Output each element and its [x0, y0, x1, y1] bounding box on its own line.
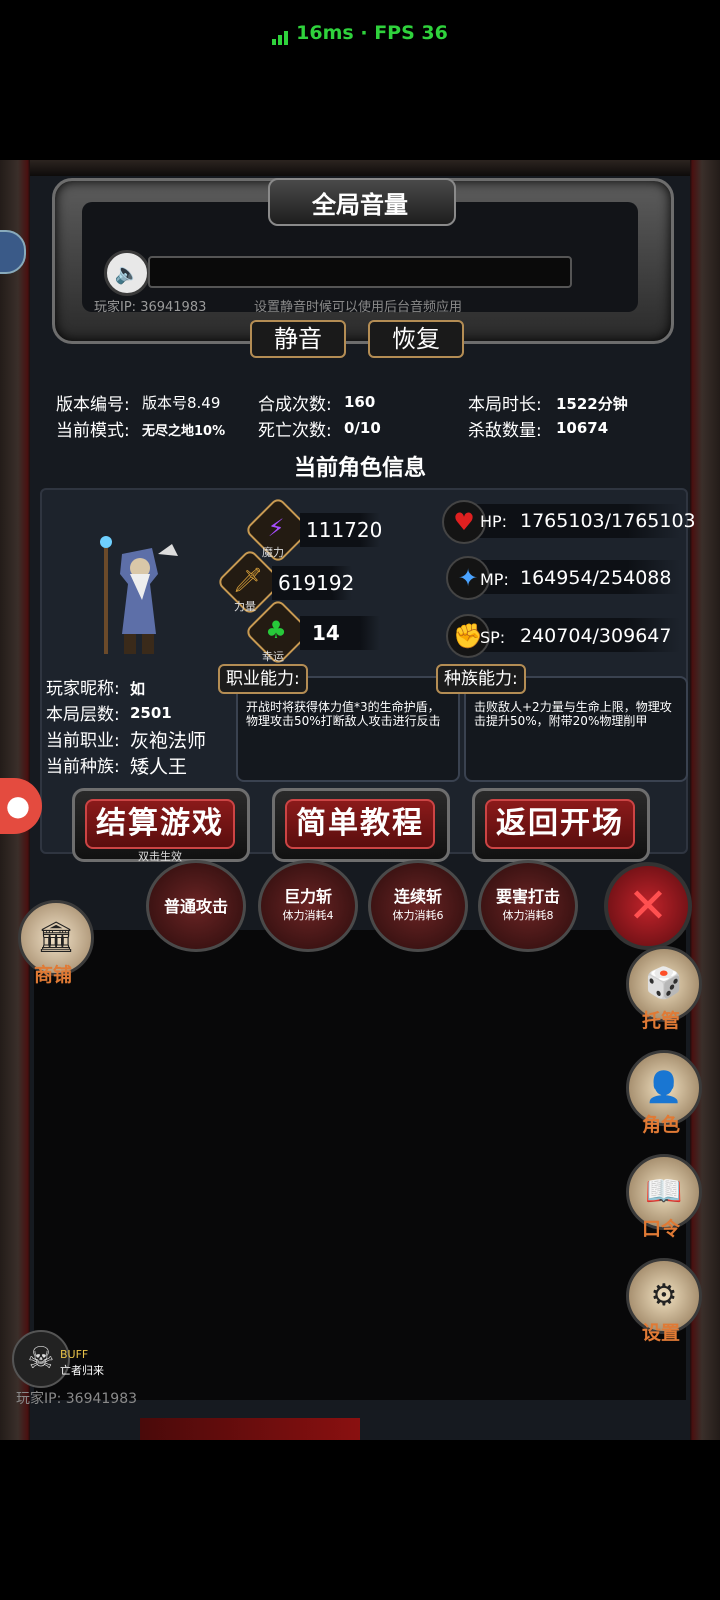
- sp-label: SP:: [480, 628, 506, 647]
- floor-label: 本局层数:: [46, 705, 120, 725]
- strength-value: 619192: [278, 571, 355, 595]
- close-icon[interactable]: ✕: [604, 862, 692, 950]
- floor-value: 2501: [130, 704, 172, 722]
- buff-label: BUFF: [60, 1348, 89, 1361]
- synth-label: 合成次数:: [258, 395, 332, 415]
- skill-power-name: 巨力斩: [283, 887, 332, 906]
- tutorial-label: 简单教程: [285, 799, 435, 849]
- skill-normal-name: 普通攻击: [163, 897, 228, 916]
- nickname-value: 如: [130, 680, 146, 698]
- status-sep: ·: [360, 22, 368, 44]
- fps-text: FPS 36: [374, 22, 448, 44]
- player-ip-value: 36941983: [140, 300, 207, 315]
- class-ability-text: 开战时将获得体力值*3的生命护盾，物理攻击50%打断敌人攻击进行反击: [246, 700, 441, 728]
- auto-label: 托管: [641, 1010, 680, 1032]
- settle-game-label: 结算游戏: [85, 799, 235, 849]
- race-value: 矮人王: [130, 756, 188, 778]
- back-to-start-label: 返回开场: [485, 799, 635, 849]
- role-label: 角色: [641, 1114, 680, 1136]
- class-ability-label: 职业能力:: [218, 664, 308, 694]
- nickname-label: 玩家昵称:: [46, 679, 120, 699]
- skill-vital-strike[interactable]: 要害打击 体力消耗8: [478, 860, 578, 952]
- duration-value: 1522分钟: [556, 395, 628, 413]
- mode-value: 无尽之地10%: [142, 424, 226, 439]
- sword-icon: 🗡: [232, 566, 264, 594]
- luck-tag: 幸运: [262, 650, 284, 663]
- back-to-start-button[interactable]: 返回开场: [472, 788, 650, 862]
- player-ip-label: 玩家IP:: [94, 300, 137, 315]
- battle-area: [34, 930, 686, 1400]
- skill-combo-slash[interactable]: 连续斩 体力消耗6: [368, 860, 468, 952]
- mode-label: 当前模式:: [56, 421, 130, 441]
- fps-indicator: 16ms · FPS 36: [0, 22, 720, 45]
- skill-vital-cost: 体力消耗8: [502, 909, 554, 922]
- kills-label: 杀敌数量:: [468, 421, 542, 441]
- mp-label: MP:: [480, 570, 509, 589]
- character-section-title: 当前角色信息: [293, 456, 426, 481]
- skill-combo-cost: 体力消耗6: [392, 909, 444, 922]
- signal-icon: [272, 23, 290, 45]
- hp-value: 1765103/1765103: [520, 510, 696, 532]
- skill-power-slash[interactable]: 巨力斩 体力消耗4: [258, 860, 358, 952]
- race-label: 当前种族:: [46, 757, 120, 777]
- footer-player-ip: 玩家IP: 36941983: [16, 1388, 137, 1408]
- skill-normal-attack[interactable]: 普通攻击: [146, 860, 246, 952]
- volume-slider[interactable]: [148, 256, 572, 288]
- speaker-icon[interactable]: 🔈: [104, 250, 150, 296]
- clover-icon: ♣: [265, 616, 287, 644]
- shop-label: 商铺: [33, 964, 72, 986]
- race-ability-label: 种族能力:: [436, 664, 526, 694]
- tutorial-button[interactable]: 简单教程: [272, 788, 450, 862]
- settle-hint: 双击生效: [138, 850, 182, 863]
- magic-value: 111720: [306, 518, 383, 542]
- version-value: 版本号8.49: [142, 394, 221, 412]
- luck-value: 14: [312, 621, 340, 645]
- version-label: 版本编号:: [56, 395, 130, 415]
- settings-label: 设置: [641, 1322, 680, 1344]
- hp-label: HP:: [480, 512, 508, 531]
- skill-power-cost: 体力消耗4: [282, 909, 334, 922]
- skill-vital-name: 要害打击: [495, 887, 560, 906]
- volume-title: 全局音量: [312, 191, 408, 219]
- game-screen: 全局音量 🔈 玩家IP: 36941983 设置静音时候可以使用后台音频应用 静…: [0, 160, 720, 1440]
- footer-ip-label: 玩家IP:: [16, 1391, 62, 1407]
- skill-combo-name: 连续斩: [393, 887, 442, 906]
- ping-text: 16ms: [296, 22, 354, 44]
- duration-label: 本局时长:: [468, 395, 542, 415]
- race-ability-text: 击败敌人+2力量与生命上限，物理攻击提升50%，附带20%物理削甲: [474, 700, 672, 728]
- buff-name: 亡者归来: [60, 1364, 104, 1377]
- death-label: 死亡次数:: [258, 421, 332, 441]
- mute-hint: 设置静音时候可以使用后台音频应用: [254, 300, 463, 315]
- mute-button[interactable]: 静音: [250, 320, 346, 358]
- synth-value: 160: [344, 393, 376, 411]
- mp-value: 164954/254088: [520, 567, 672, 589]
- death-value: 0/10: [344, 419, 381, 437]
- player-ip-top: 玩家IP: 36941983: [94, 296, 206, 315]
- footer-bar: [140, 1418, 360, 1440]
- sp-value: 240704/309647: [520, 625, 672, 647]
- kills-value: 10674: [556, 419, 609, 437]
- class-label: 当前职业:: [46, 731, 120, 751]
- class-value: 灰袍法师: [130, 730, 207, 752]
- frame-right: [690, 160, 720, 1440]
- restore-button[interactable]: 恢复: [368, 320, 464, 358]
- strength-tag: 力量: [234, 600, 256, 613]
- frame-top: [0, 160, 720, 176]
- character-avatar: [92, 534, 188, 662]
- footer-ip-value: 36941983: [65, 1391, 138, 1407]
- code-label: 口令: [641, 1218, 680, 1240]
